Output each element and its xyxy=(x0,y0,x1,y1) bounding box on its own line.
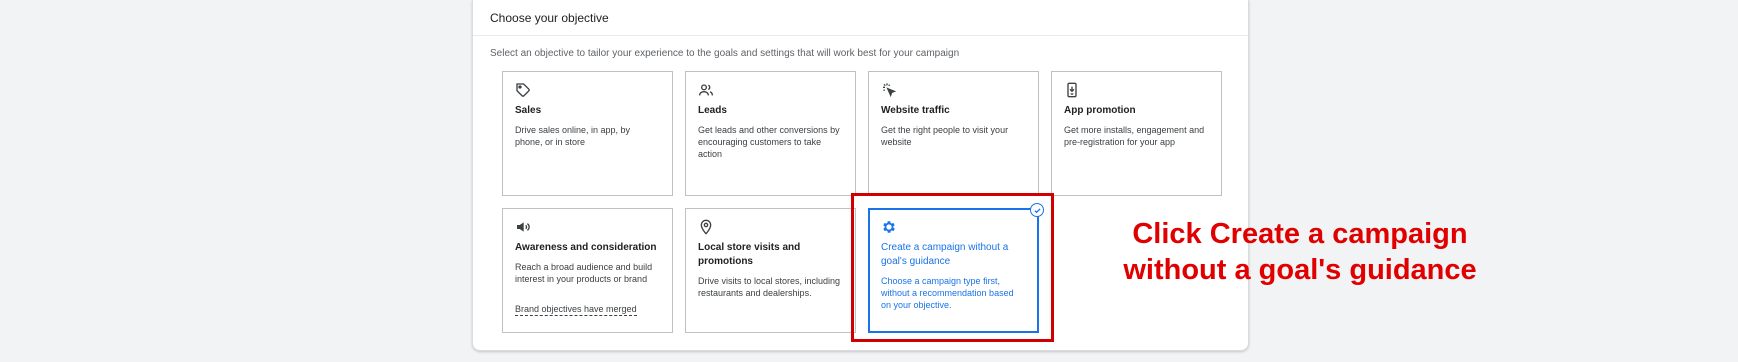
objective-description: Get the right people to visit your websi… xyxy=(881,125,1009,147)
panel-header: Choose your objective xyxy=(473,0,1248,36)
tag-icon xyxy=(515,82,531,98)
panel-description: Select an objective to tailor your exper… xyxy=(490,48,960,59)
brand-objectives-link[interactable]: Brand objectives have merged xyxy=(515,304,637,316)
objective-card-local-store[interactable]: Local store visits and promotions Drive … xyxy=(685,208,856,333)
location-pin-icon xyxy=(698,219,714,235)
cursor-click-icon xyxy=(881,82,897,98)
objective-panel: Choose your objective Select an objectiv… xyxy=(472,0,1249,351)
gear-icon xyxy=(881,219,897,235)
objective-description: Reach a broad audience and build interes… xyxy=(515,262,653,284)
objective-card-sales[interactable]: Sales Drive sales online, in app, by pho… xyxy=(502,71,673,196)
objective-description: Drive sales online, in app, by phone, or… xyxy=(515,125,631,147)
check-circle-icon xyxy=(1030,203,1044,217)
page: Choose your objective Select an objectiv… xyxy=(0,0,1738,362)
objective-title: Create a campaign without a goal's guida… xyxy=(881,242,1009,267)
objective-card-app-promotion[interactable]: App promotion Get more installs, engagem… xyxy=(1051,71,1222,196)
megaphone-icon xyxy=(515,219,531,235)
objective-description: Choose a campaign type first, without a … xyxy=(881,276,1014,310)
objective-title: Awareness and consideration xyxy=(515,242,657,253)
objective-card-website-traffic[interactable]: Website traffic Get the right people to … xyxy=(868,71,1039,196)
objective-title: Website traffic xyxy=(881,105,950,116)
objective-card-awareness[interactable]: Awareness and consideration Reach a broa… xyxy=(502,208,673,333)
objective-description: Get more installs, engagement and pre-re… xyxy=(1064,125,1205,147)
objective-description: Get leads and other conversions by encou… xyxy=(698,125,840,159)
people-icon xyxy=(698,82,714,98)
panel-title: Choose your objective xyxy=(490,10,609,25)
annotation-instruction: Click Create a campaign without a goal's… xyxy=(1123,218,1477,286)
objective-title: App promotion xyxy=(1064,105,1136,116)
objective-description: Drive visits to local stores, including … xyxy=(698,276,841,298)
objective-card-no-goal[interactable]: Create a campaign without a goal's guida… xyxy=(868,203,1044,333)
objective-card-leads[interactable]: Leads Get leads and other conversions by… xyxy=(685,71,856,196)
objective-title: Sales xyxy=(515,105,542,116)
phone-download-icon xyxy=(1064,82,1080,98)
objective-title: Local store visits and promotions xyxy=(698,242,801,267)
objective-title: Leads xyxy=(698,105,727,116)
